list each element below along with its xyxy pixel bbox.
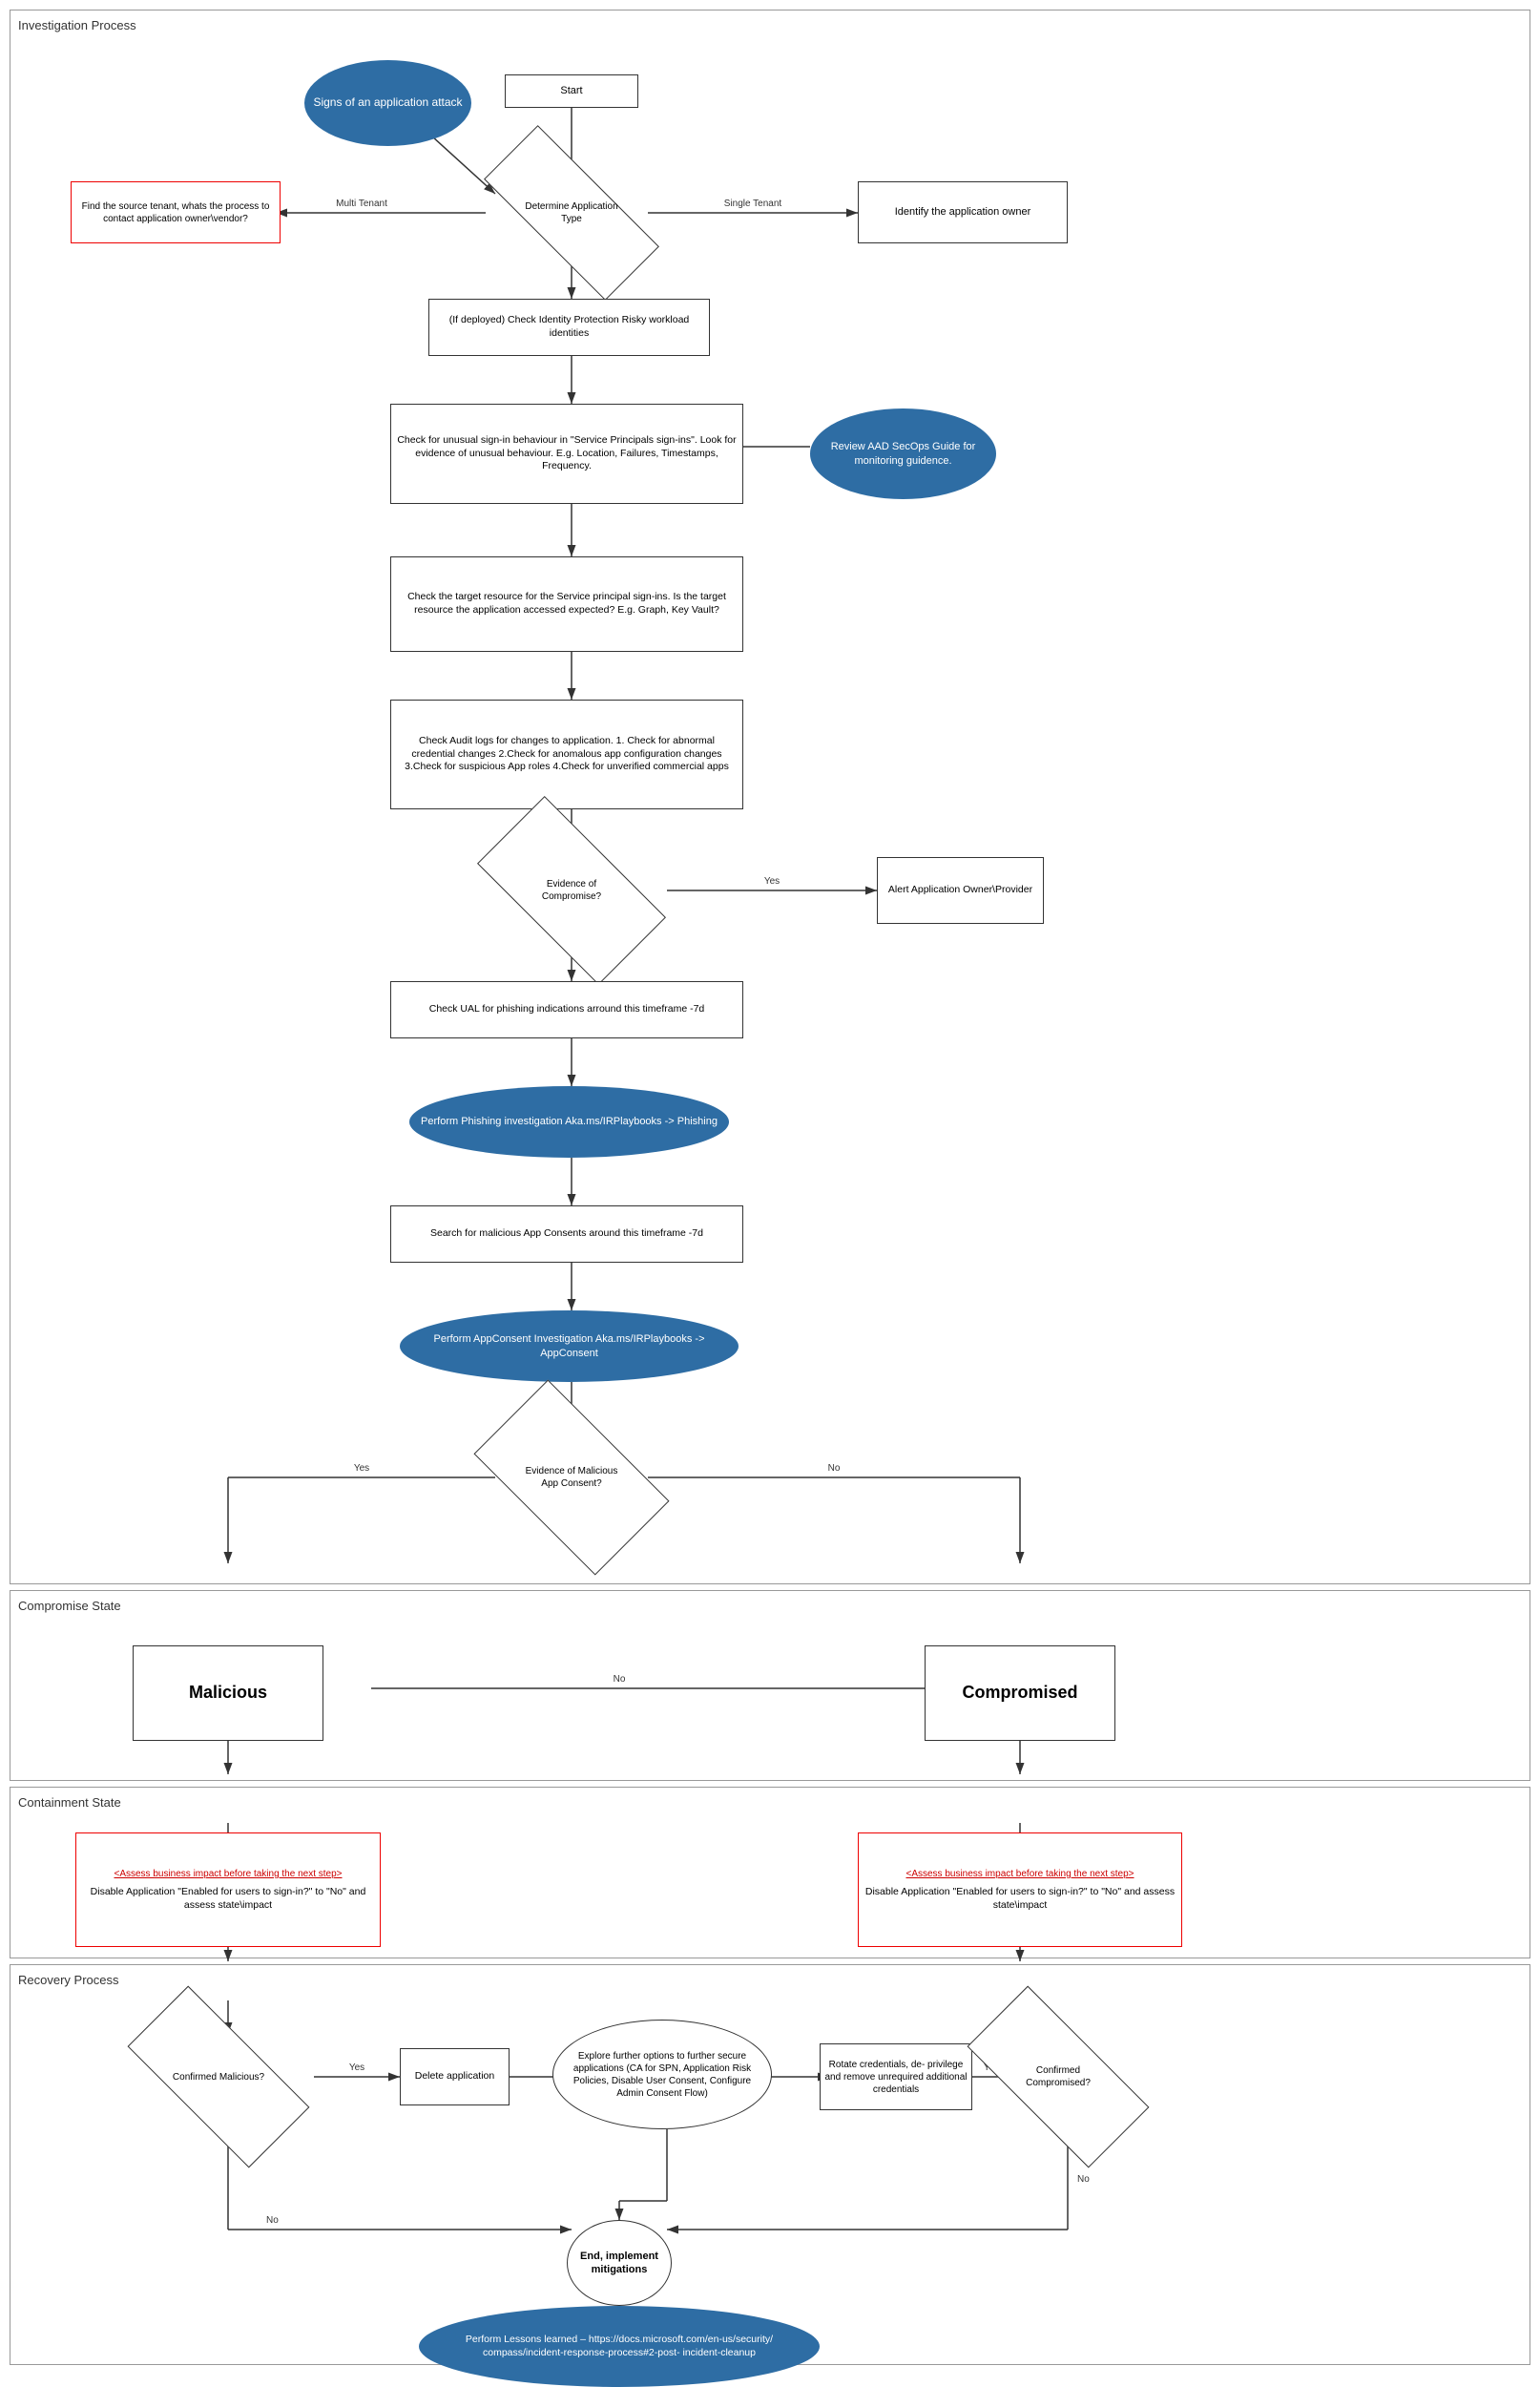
containment-section: Containment State <Assess business impac…: [10, 1787, 1530, 1958]
check-unusual-signin-box: Check for unusual sign-in behaviour in "…: [390, 404, 743, 504]
confirmed-compromised-diamond: Confirmed Compromised?: [972, 2034, 1144, 2120]
svg-text:Yes: Yes: [349, 2062, 364, 2073]
malicious-box: Malicious: [133, 1645, 323, 1741]
containment-left-box: <Assess business impact before taking th…: [75, 1832, 381, 1947]
svg-text:No: No: [266, 2215, 279, 2226]
delete-application-box: Delete application: [400, 2048, 510, 2105]
containment-right-box: <Assess business impact before taking th…: [858, 1832, 1182, 1947]
compromise-section: Compromise State No Malicious: [10, 1590, 1530, 1781]
svg-text:No: No: [614, 1674, 626, 1685]
svg-text:No: No: [1077, 2174, 1090, 2185]
end-mitigations-circle: End, implement mitigations: [567, 2220, 672, 2306]
recovery-section: Recovery Process Yes: [10, 1964, 1530, 2365]
recovery-label: Recovery Process: [18, 1973, 1522, 1987]
review-aad-secops-box: Review AAD SecOps Guide for monitoring g…: [810, 408, 996, 499]
find-source-tenant-box: Find the source tenant, whats the proces…: [71, 181, 281, 243]
svg-text:Yes: Yes: [764, 876, 780, 887]
start-box: Start: [505, 74, 638, 108]
rotate-credentials-box: Rotate credentials, de- privilege and re…: [820, 2043, 972, 2110]
svg-text:Yes: Yes: [354, 1463, 369, 1474]
alert-app-owner-box: Alert Application Owner\Provider: [877, 857, 1044, 924]
check-identity-protection-box: (If deployed) Check Identity Protection …: [428, 299, 710, 356]
svg-text:No: No: [828, 1463, 841, 1474]
evidence-malicious-diamond: Evidence of Malicious App Consent?: [486, 1425, 657, 1530]
identify-app-owner-box: Identify the application owner: [858, 181, 1068, 243]
search-malicious-box: Search for malicious App Consents around…: [390, 1205, 743, 1263]
check-ual-box: Check UAL for phishing indications arrou…: [390, 981, 743, 1038]
confirmed-malicious-diamond: Confirmed Malicious?: [133, 2034, 304, 2120]
explore-further-box: Explore further options to further secur…: [552, 2020, 772, 2129]
containment-label: Containment State: [18, 1795, 1522, 1810]
page: Investigation Process Multi Tenant Sin: [0, 0, 1540, 2380]
signs-attack-box: Signs of an application attack: [304, 60, 471, 146]
perform-phishing-box: Perform Phishing investigation Aka.ms/IR…: [409, 1086, 729, 1158]
check-target-resource-box: Check the target resource for the Servic…: [390, 556, 743, 652]
compromise-label: Compromise State: [18, 1599, 1522, 1613]
perform-appconsent-box: Perform AppConsent Investigation Aka.ms/…: [400, 1310, 739, 1382]
evidence-compromise-diamond: Evidence of Compromise?: [486, 843, 657, 938]
investigation-label: Investigation Process: [18, 18, 1522, 32]
determine-app-type-diamond: Determine Application Type: [486, 175, 657, 251]
svg-text:Single Tenant: Single Tenant: [724, 199, 782, 209]
investigation-section: Investigation Process Multi Tenant Sin: [10, 10, 1530, 1584]
perform-lessons-box: Perform Lessons learned – https://docs.m…: [419, 2306, 820, 2387]
check-audit-logs-box: Check Audit logs for changes to applicat…: [390, 700, 743, 809]
svg-text:Multi Tenant: Multi Tenant: [336, 199, 387, 209]
compromised-box: Compromised: [925, 1645, 1115, 1741]
